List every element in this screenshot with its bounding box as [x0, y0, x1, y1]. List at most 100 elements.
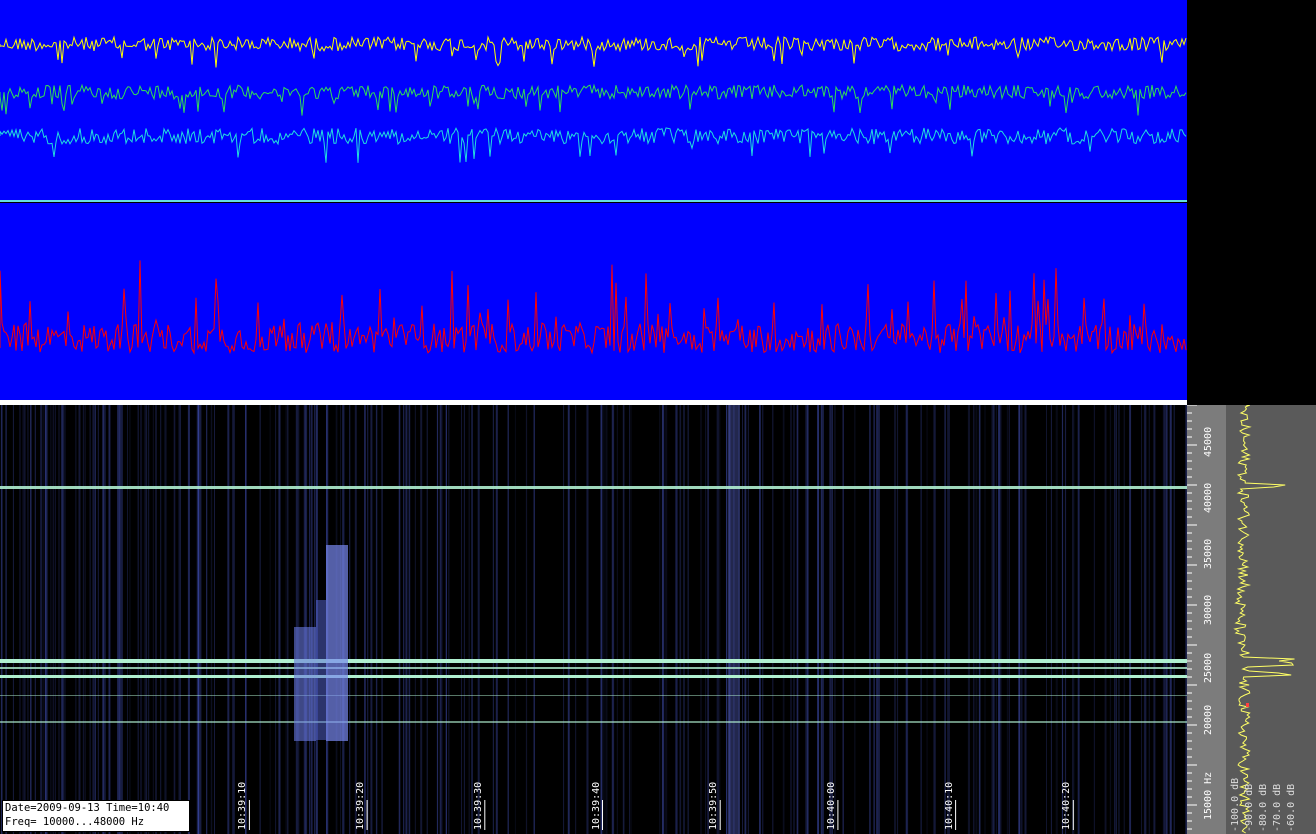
spectrogram-streak: [747, 405, 749, 834]
spectrogram-streak: [40, 405, 43, 834]
spectrogram-streak: [108, 405, 111, 834]
time-tick-label: 10:39:40: [590, 781, 602, 830]
spectrogram-streak: [471, 405, 473, 834]
spectrogram-streak: [700, 405, 702, 834]
spectrogram-streak: [19, 405, 21, 834]
spectrum-marker: [1246, 703, 1249, 707]
spectrogram-streak: [441, 405, 443, 834]
date-time-label: Date=2009-09-13 Time=10:40: [5, 802, 170, 814]
spectrogram-streak: [227, 405, 229, 834]
spectrogram-streak: [1050, 405, 1052, 834]
spectrogram-streak: [793, 405, 795, 834]
spectrogram-streak: [45, 405, 47, 834]
spectrogram-streak: [920, 405, 922, 834]
spectrogram-streak: [790, 405, 792, 834]
spectrogram-streak: [55, 405, 56, 834]
spectrogram-streak: [525, 405, 528, 834]
spectrogram-streak: [164, 405, 167, 834]
spectrogram-streak: [831, 405, 833, 834]
spectrogram-streak: [137, 405, 139, 834]
spectrogram-streak: [659, 405, 661, 834]
spectrogram-streak: [436, 405, 439, 834]
spectrogram-streak: [603, 405, 605, 834]
spectrogram-streak: [404, 405, 406, 834]
spectrogram-streak: [178, 405, 179, 834]
spectrogram-streak: [214, 405, 215, 834]
spectrogram-streak: [52, 405, 55, 834]
waveform-panel: [0, 0, 1187, 202]
spectrogram-streak: [998, 405, 1000, 834]
spectrogram-streak: [129, 405, 131, 834]
spectrogram-streak: [60, 405, 63, 834]
spectrogram-streak: [834, 405, 836, 834]
spectrogram-streak: [821, 405, 824, 834]
spectrogram-streak: [1046, 405, 1047, 834]
spectrogram-streak: [772, 405, 774, 834]
spectrogram-streak: [973, 405, 975, 834]
spectrogram-streak: [1114, 405, 1116, 834]
spectrogram-streak: [23, 405, 26, 834]
spectrogram-streak: [232, 405, 235, 834]
spectrogram-streak: [295, 405, 298, 834]
db-tick-label: -80.0 dB: [1258, 783, 1269, 832]
spectrogram-streak: [297, 405, 300, 834]
spectrogram-streak: [173, 405, 176, 834]
spectrogram-streak: [894, 405, 896, 834]
spectrogram[interactable]: :50:0010:39:1010:39:2010:39:3010:39:4010…: [0, 405, 1187, 834]
spectrogram-streak: [782, 405, 785, 834]
spectrogram-streak: [311, 405, 313, 834]
spectrogram-streak: [285, 405, 287, 834]
spectrogram-streak: [1093, 405, 1095, 834]
spectrogram-streak: [117, 405, 119, 834]
spectrogram-plot: [0, 405, 1187, 834]
spectrogram-streak: [414, 405, 416, 834]
spectrum-plot: [1233, 405, 1295, 834]
spectrogram-streak: [563, 405, 565, 834]
spectrogram-streak: [1072, 405, 1074, 834]
spectrogram-streak: [514, 405, 516, 834]
spectrogram-streak: [269, 405, 271, 834]
spectrogram-streak: [1143, 405, 1146, 834]
spectrogram-streak: [905, 405, 908, 834]
spectrogram-streak: [984, 405, 986, 834]
spectrogram-streak: [82, 405, 84, 834]
spectrogram-streak: [35, 405, 36, 834]
db-tick-label: -70.0 dB: [1272, 783, 1283, 832]
time-tick-label: 10:39:50: [708, 781, 720, 830]
spectrogram-streak: [477, 405, 480, 834]
signal-block: [316, 600, 326, 740]
time-tick-label: 10:40:00: [825, 781, 837, 830]
carrier-line: [0, 721, 1187, 723]
spectrogram-streak: [829, 405, 831, 834]
spectrogram-streak: [978, 405, 981, 834]
spectrogram-streak: [616, 405, 618, 834]
spectrogram-streak: [146, 405, 148, 834]
spectrogram-streak: [381, 405, 383, 834]
spectrogram-streak: [944, 405, 946, 834]
frequency-axis: 15000 Hz 20000 25000 30000 35000 40000 45000: [1187, 405, 1226, 834]
spectrogram-streak: [463, 405, 465, 834]
spectrogram-streak: [1024, 405, 1027, 834]
spectrogram-streak: [349, 405, 351, 834]
spectrogram-streak: [64, 405, 66, 834]
spectrogram-streak: [0, 405, 3, 834]
time-tick-label: 10:40:20: [1061, 781, 1073, 830]
spectrogram-streak: [999, 405, 1001, 834]
trace-green: [0, 83, 1187, 116]
spectrogram-streak: [354, 405, 357, 834]
spectrogram-streak: [22, 405, 24, 834]
spectrogram-streak: [1020, 405, 1022, 834]
spectrogram-streak: [1074, 405, 1076, 834]
spectrogram-streak: [94, 405, 96, 834]
amplitude-plot: [0, 260, 1187, 355]
freq-tick-label: 15000 Hz: [1203, 771, 1214, 820]
spectrogram-streak: [58, 405, 60, 834]
spectrogram-streak: [605, 405, 608, 834]
freq-range-label: Freq= 10000...48000 Hz: [5, 816, 145, 828]
spectrogram-streak: [933, 405, 935, 834]
spectrogram-streak: [120, 405, 123, 834]
spectrogram-streak: [1008, 405, 1010, 834]
spectrogram-streak: [1018, 405, 1020, 834]
spectrogram-streak: [1061, 405, 1064, 834]
spectrogram-streak: [687, 405, 689, 834]
